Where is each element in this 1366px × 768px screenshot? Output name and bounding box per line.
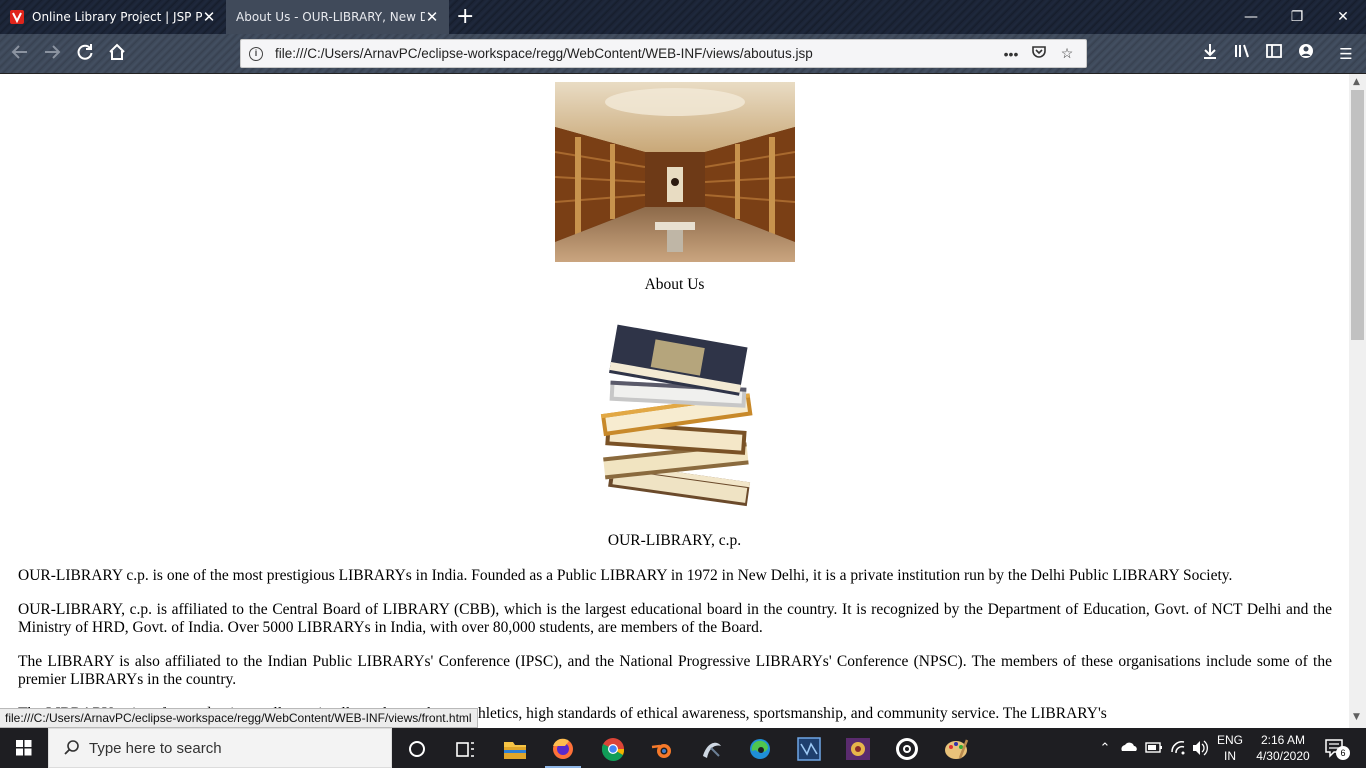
link-status-bar: file:///C:/Users/ArnavPC/eclipse-workspa… [0,708,478,728]
windows-logo-icon [16,740,32,756]
file-explorer-icon[interactable] [493,732,537,768]
reload-icon [77,44,93,60]
vivaldi-favicon-icon [10,10,24,24]
menu-hamburger-icon[interactable]: ☰ [1334,42,1358,66]
tab-label: Online Library Project | JSP Proj [32,10,202,24]
restore-button[interactable]: ❐ [1274,0,1320,34]
about-paragraph: OUR-LIBRARY c.p. is one of the most pres… [18,567,1233,584]
tab-strip: Online Library Project | JSP Proj ✕ Abou… [0,0,1366,34]
edge-icon[interactable] [738,732,782,768]
visual-studio-icon[interactable] [787,732,831,768]
language-code: ENG [1216,733,1243,747]
bookmark-star-icon[interactable]: ☆ [1056,45,1078,62]
clock[interactable]: 2:16 AM 4/30/2020 [1250,728,1316,768]
search-placeholder: Type here to search [89,739,222,757]
library-name: OUR-LIBRARY, c.p. [607,532,742,549]
url-text[interactable]: file:///C:/Users/ArnavPC/eclipse-workspa… [275,46,994,61]
wifi-icon[interactable] [1168,728,1188,768]
book-stack-image [590,322,760,527]
notification-count-badge: 6 [1336,746,1350,760]
about-paragraph: The LIBRARY is also affiliated to the In… [18,653,1332,688]
close-tab-icon[interactable]: ✕ [425,8,439,26]
back-button[interactable] [8,42,32,66]
search-icon [64,740,79,755]
new-tab-button[interactable]: + [456,4,474,29]
tab-about-us[interactable]: About Us - OUR-LIBRARY, New Del ✕ [226,0,449,34]
address-bar[interactable]: i file:///C:/Users/ArnavPC/eclipse-works… [240,39,1087,68]
language-indicator[interactable]: ENG IN [1216,728,1244,768]
action-center-button[interactable]: 6 [1322,728,1350,768]
close-tab-icon[interactable]: ✕ [202,8,216,26]
paint-icon[interactable] [934,732,978,768]
page-actions-icon[interactable]: ••• [1000,46,1022,62]
account-icon[interactable] [1294,42,1318,66]
pocket-icon[interactable] [1028,44,1050,63]
forward-button[interactable] [40,42,64,66]
task-view-icon[interactable] [443,732,487,768]
start-button[interactable] [0,728,48,768]
arrow-left-icon [11,45,27,59]
sidebar-icon[interactable] [1262,42,1286,66]
library-hall-image [555,82,795,262]
close-window-button[interactable]: ✕ [1320,0,1366,34]
tab-label: About Us - OUR-LIBRARY, New Del [236,10,425,24]
scroll-up-icon[interactable]: ▲ [1353,77,1360,87]
downloads-icon[interactable] [1198,42,1222,66]
obs-icon[interactable] [885,732,929,768]
page-title: About Us [644,276,705,293]
windows-taskbar: Type here to search ⌃ ENG IN 2:16 AM 4/3… [0,728,1366,768]
clock-time: 2:16 AM [1260,733,1306,747]
home-button[interactable] [105,42,129,66]
show-hidden-icons-chevron-icon[interactable]: ⌃ [1096,728,1114,768]
reload-button[interactable] [73,42,97,66]
minimize-button[interactable]: — [1228,0,1274,34]
onedrive-cloud-icon[interactable] [1119,728,1139,768]
navigation-toolbar: i file:///C:/Users/ArnavPC/eclipse-works… [0,34,1366,74]
library-icon[interactable] [1230,42,1254,66]
firefox-taskbar-icon[interactable] [541,732,585,768]
about-paragraph: OUR-LIBRARY, c.p. is affiliated to the C… [18,601,1332,636]
clock-date: 4/30/2020 [1256,749,1310,763]
game-app-icon[interactable] [836,732,880,768]
vertical-scrollbar[interactable]: ▲ ▼ [1349,74,1366,728]
volume-icon[interactable] [1190,728,1210,768]
page-content: About Us OUR-LIBRARY, c.p. OUR-LIBRARY c… [0,74,1349,728]
battery-icon[interactable] [1144,728,1164,768]
taskbar-search[interactable]: Type here to search [48,728,392,768]
tab-online-library[interactable]: Online Library Project | JSP Proj ✕ [0,0,226,34]
scrollbar-thumb[interactable] [1351,90,1364,340]
mysql-workbench-icon[interactable] [689,732,733,768]
cortana-icon[interactable] [395,732,439,768]
scroll-down-icon[interactable]: ▼ [1353,712,1360,722]
arrow-right-icon [45,45,61,59]
home-icon [109,43,125,60]
region-code: IN [1224,749,1236,763]
blender-icon[interactable] [640,732,684,768]
site-info-icon[interactable]: i [249,46,263,61]
chrome-icon[interactable] [591,732,635,768]
